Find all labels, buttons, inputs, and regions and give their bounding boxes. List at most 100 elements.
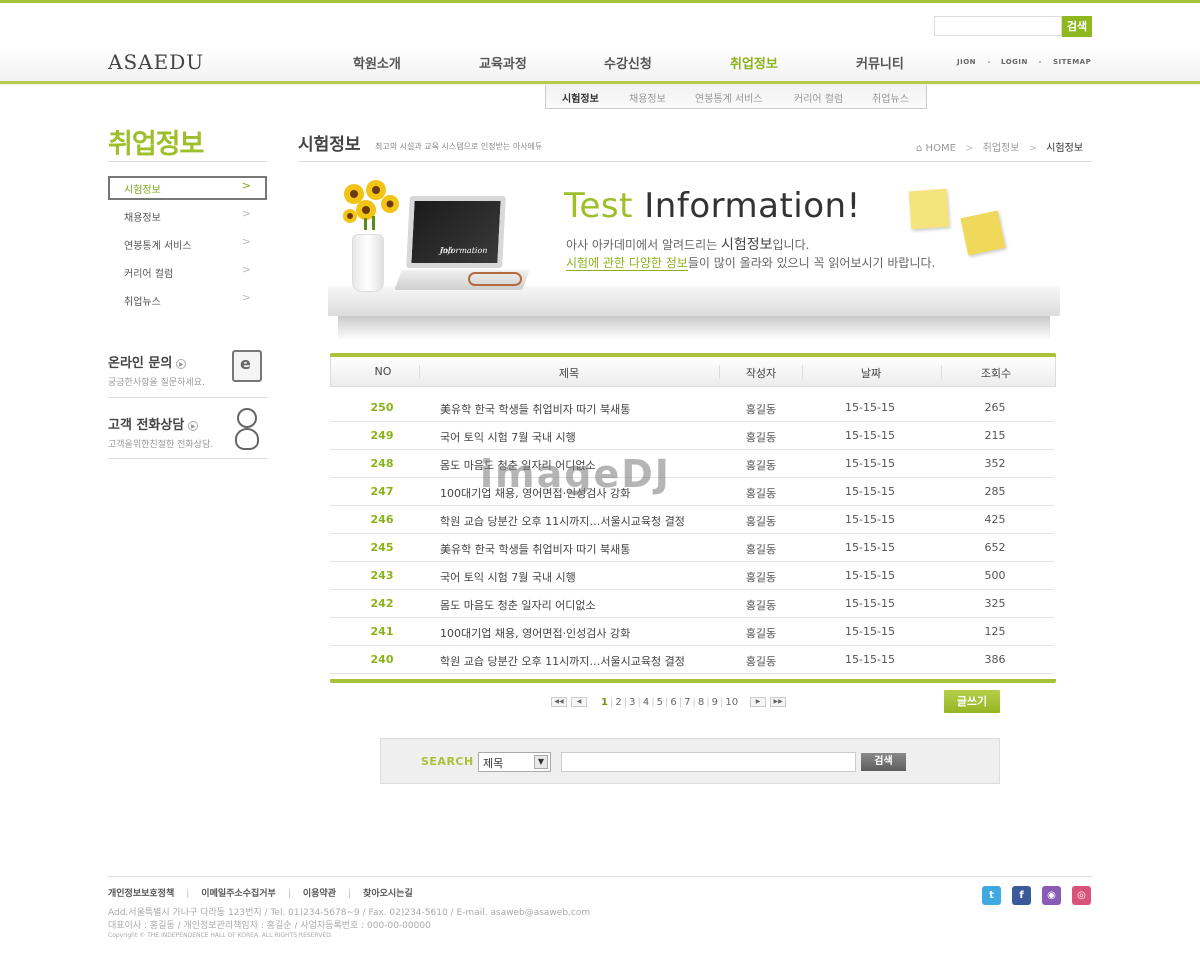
cell-title[interactable]: 국어 토익 시험 7월 국내 시행	[440, 569, 576, 585]
table-row[interactable]: 246 학원 교습 당분간 오후 11시까지…서울시교육청 결정 홍길동 15-15-…	[330, 506, 1054, 534]
table-header: NO 제목 작성자 날짜 조회수	[330, 357, 1056, 387]
logo[interactable]: ASAEDU	[108, 50, 204, 74]
board-search: SEARCH 제목 ▼ 검색	[380, 738, 1000, 784]
phone-consult[interactable]: 고객 전화상담 ▶ 고객을위한친절한 전화상담.	[108, 408, 267, 450]
blog-icon[interactable]: ◉	[1042, 886, 1061, 905]
nav-item-community[interactable]: 커뮤니티	[856, 53, 904, 72]
divider	[108, 161, 267, 162]
util-sitemap-link[interactable]: SITEMAP	[1053, 58, 1091, 66]
cell-date: 15-15-15	[845, 625, 895, 638]
subnav-item-salary[interactable]: 연봉통계 서비스	[695, 90, 763, 105]
sticky-note-illustration	[908, 188, 950, 230]
arrow-circle-icon: ▶	[176, 358, 187, 369]
subnav-item-recruit[interactable]: 채용정보	[629, 90, 666, 105]
table-row[interactable]: 248 몸도 마음도 청춘 일자리 어디없소 홍길동 15-15-15 352	[330, 450, 1054, 478]
cell-title[interactable]: 학원 교습 당분간 오후 11시까지…서울시교육청 결정	[440, 653, 685, 669]
nav-item-enroll[interactable]: 수강신청	[604, 53, 652, 72]
sidebar-title: 취업정보	[108, 129, 204, 160]
cs-title: 온라인 문의	[108, 356, 173, 371]
top-search-button[interactable]: 검색	[1062, 16, 1092, 37]
cell-writer: 홍길동	[745, 627, 777, 640]
cell-writer: 홍길동	[745, 403, 777, 416]
subnav-item-exam[interactable]: 시험정보	[562, 90, 599, 105]
sidebar-item-career[interactable]: 커리어 컬럼 >	[108, 260, 267, 284]
cell-title[interactable]: 美유학 한국 학생들 취업비자 따기 북새통	[440, 541, 630, 557]
banner-shelf-shadow	[338, 316, 1050, 340]
page-number[interactable]: 9	[710, 697, 720, 708]
cell-views: 425	[984, 513, 1006, 526]
page-number[interactable]: 7	[682, 697, 692, 708]
banner-text-line2: 시험에 관한 다양한 정보들이 많이 올라와 있으니 꼭 읽어보시기 바랍니다.	[566, 256, 936, 271]
table-row[interactable]: 240 학원 교습 당분간 오후 11시까지…서울시교육청 결정 홍길동 15-15-…	[330, 646, 1054, 674]
last-page-button[interactable]: ▶▶	[770, 697, 787, 707]
cell-title[interactable]: 학원 교습 당분간 오후 11시까지…서울시교육청 결정	[440, 513, 685, 529]
prev-page-button[interactable]: ◀	[571, 697, 587, 707]
cell-no: 245	[370, 541, 394, 554]
table-row[interactable]: 250 美유학 한국 학생들 취업비자 따기 북새통 홍길동 15-15-15 265	[330, 394, 1054, 422]
top-search-input[interactable]	[934, 16, 1062, 36]
page-number[interactable]: 6	[668, 697, 678, 708]
facebook-icon[interactable]: f	[1012, 886, 1031, 905]
footer-link-privacy[interactable]: 개인정보보호정책	[108, 889, 174, 899]
table-bottom-line	[330, 679, 1056, 683]
page-number[interactable]: 4	[641, 697, 651, 708]
cell-title[interactable]: 美유학 한국 학생들 취업비자 따기 북새통	[440, 401, 630, 417]
util-login-link[interactable]: LOGIN	[1001, 58, 1028, 66]
page-number[interactable]: 1	[599, 697, 610, 708]
first-page-button[interactable]: ◀◀	[551, 697, 567, 707]
search-button[interactable]: 검색	[861, 753, 906, 771]
divider	[298, 161, 1092, 162]
nav-item-about[interactable]: 학원소개	[353, 53, 401, 72]
nav-item-courses[interactable]: 교육과정	[479, 53, 527, 72]
table-row[interactable]: 243 국어 토익 시험 7월 국내 시행 홍길동 15-15-15 500	[330, 562, 1054, 590]
cell-writer: 홍길동	[745, 431, 777, 444]
nav-item-jobs[interactable]: 취업정보	[730, 53, 778, 72]
banner-text-line1: 아사 아카데미에서 알려드리는 시험정보입니다.	[566, 237, 810, 253]
table-row[interactable]: 241 100대기업 채용, 영어면접·인성검사 강화 홍길동 15-15-15 125	[330, 618, 1054, 646]
footer-link-email-refuse[interactable]: 이메일주소수집거부	[201, 889, 276, 899]
subnav-item-career[interactable]: 커리어 컬럼	[794, 90, 843, 105]
online-inquiry[interactable]: 온라인 문의 ▶ 궁금한사항을 질문하세요. e	[108, 350, 267, 388]
page-number[interactable]: 5	[655, 697, 665, 708]
table-row[interactable]: 245 美유학 한국 학생들 취업비자 따기 북새통 홍길동 15-15-15 652	[330, 534, 1054, 562]
footer-link-directions[interactable]: 찾아오시는길	[363, 889, 413, 899]
page-number[interactable]: 10	[723, 697, 740, 708]
sidebar-item-recruit[interactable]: 채용정보 >	[108, 204, 267, 228]
table-row[interactable]: 247 100대기업 채용, 영어면접·인성검사 강화 홍길동 15-15-15 285	[330, 478, 1054, 506]
sidebar-item-news[interactable]: 취업뉴스 >	[108, 288, 267, 312]
cell-date: 15-15-15	[845, 597, 895, 610]
cell-views: 352	[984, 457, 1006, 470]
banner: Job information Test Information! 아사 아카데미…	[328, 172, 1062, 342]
page-number[interactable]: 2	[613, 697, 623, 708]
util-join-link[interactable]: JION	[957, 58, 976, 66]
cell-views: 500	[984, 569, 1006, 582]
table-row[interactable]: 242 몸도 마음도 청춘 일자리 어디없소 홍길동 15-15-15 325	[330, 590, 1054, 618]
cell-title[interactable]: 국어 토익 시험 7월 국내 시행	[440, 429, 576, 445]
sidebar-item-salary[interactable]: 연봉통계 서비스 >	[108, 232, 267, 256]
sidebar-item-exam[interactable]: 시험정보 >	[108, 176, 267, 200]
banner-heading-rest: Information!	[632, 186, 861, 226]
sticky-note-illustration	[960, 210, 1006, 256]
twitter-icon[interactable]: t	[982, 886, 1001, 905]
next-page-button[interactable]: ▶	[750, 697, 767, 707]
search-input[interactable]	[561, 752, 856, 772]
page-number[interactable]: 8	[696, 697, 706, 708]
cs-title: 고객 전화상담	[108, 418, 185, 433]
search-field-select[interactable]: 제목 ▼	[478, 752, 551, 772]
breadcrumb-section[interactable]: 취업정보	[983, 143, 1020, 154]
cell-writer: 홍길동	[745, 459, 777, 472]
subnav-item-news[interactable]: 취업뉴스	[872, 90, 909, 105]
breadcrumb-current: 시험정보	[1046, 143, 1084, 154]
footer-link-terms[interactable]: 이용약관	[303, 889, 336, 899]
cell-title[interactable]: 몸도 마음도 청춘 일자리 어디없소	[440, 597, 596, 613]
breadcrumb-separator: >	[1028, 143, 1038, 154]
write-button[interactable]: 글쓰기	[944, 690, 1000, 713]
cell-title[interactable]: 100대기업 채용, 영어면접·인성검사 강화	[440, 625, 630, 641]
page-number[interactable]: 3	[627, 697, 637, 708]
chevron-right-icon: >	[241, 263, 251, 276]
cell-date: 15-15-15	[845, 457, 895, 470]
instagram-icon[interactable]: ◎	[1072, 886, 1091, 905]
table-row[interactable]: 249 국어 토익 시험 7월 국내 시행 홍길동 15-15-15 215	[330, 422, 1054, 450]
cell-writer: 홍길동	[745, 599, 777, 612]
breadcrumb-home[interactable]: HOME	[926, 143, 956, 154]
